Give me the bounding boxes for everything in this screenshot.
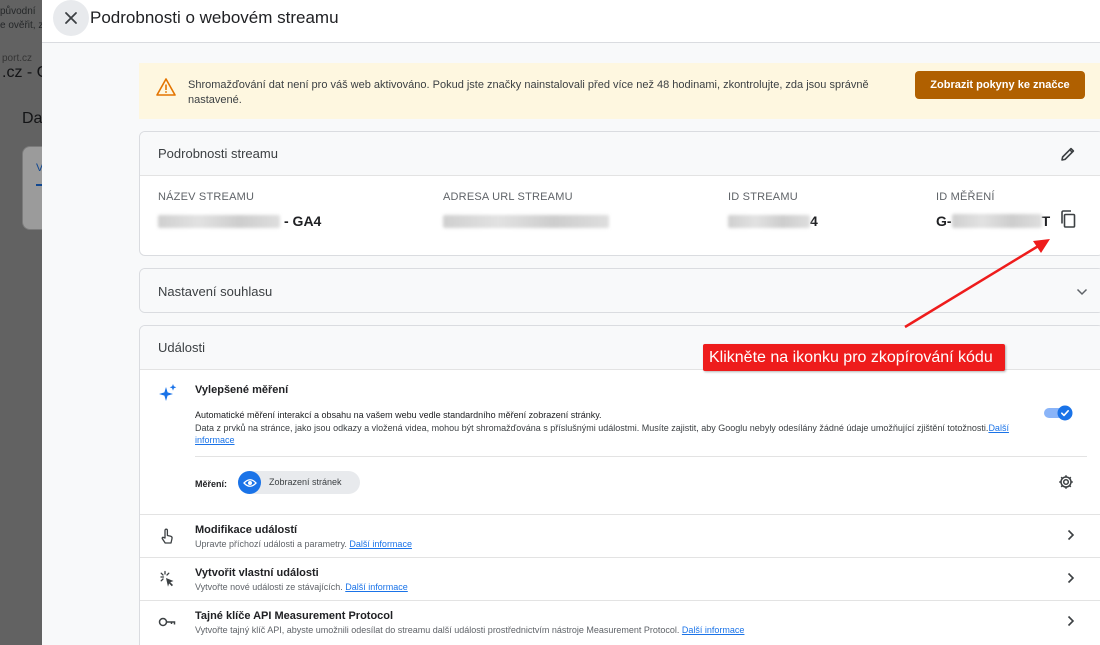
panel-title: Podrobnosti o webovém streamu xyxy=(90,8,339,27)
learn-more-link[interactable]: Další informace xyxy=(682,625,745,635)
event-modifications-desc: Upravte příchozí události a parametry. D… xyxy=(195,539,412,549)
stream-details-card: Podrobnosti streamu NÁZEV STREAMU - GA4 … xyxy=(139,131,1100,256)
measurement-id-value: G- T xyxy=(936,213,1051,229)
events-card: Události Vylepšené měření Automatické mě… xyxy=(139,325,1100,645)
warning-banner: Shromažďování dat není pro váš web aktiv… xyxy=(139,63,1100,119)
divider xyxy=(195,456,1087,457)
list-item-event-modifications[interactable]: Modifikace událostí Upravte příchozí udá… xyxy=(140,514,1100,557)
measurement-id-field: ID MĚŘENÍ G- T xyxy=(936,191,1050,230)
measurement-id-label: ID MĚŘENÍ xyxy=(936,191,995,203)
consent-settings-card[interactable]: Nastavení souhlasu xyxy=(139,268,1100,313)
sparkle-icon xyxy=(159,384,177,401)
page-views-chip[interactable]: Zobrazení stránek xyxy=(238,471,360,494)
sparkle-cursor-icon xyxy=(160,570,174,587)
show-tag-instructions-button[interactable]: Zobrazit pokyny ke značce xyxy=(915,71,1085,99)
list-item-create-custom-events[interactable]: Vytvořit vlastní události Vytvořte nové … xyxy=(140,557,1100,600)
learn-more-link[interactable]: Další informace xyxy=(345,582,408,592)
chevron-right-icon[interactable] xyxy=(1067,572,1075,584)
warning-icon xyxy=(156,78,176,96)
api-secrets-desc: Vytvořte tajný klíč API, abyste umožnili… xyxy=(195,625,745,635)
eye-icon xyxy=(238,471,261,494)
consent-settings-title: Nastavení souhlasu xyxy=(158,284,273,299)
stream-url-value xyxy=(443,212,609,230)
modal-scrim[interactable] xyxy=(0,0,42,645)
stream-id-label: ID STREAMU xyxy=(728,191,798,203)
stream-name-field: NÁZEV STREAMU - GA4 xyxy=(158,191,321,230)
warning-text: Shromažďování dat není pro váš web aktiv… xyxy=(188,79,869,106)
enhanced-measurement-title: Vylepšené měření xyxy=(195,384,289,396)
stream-name-label: NÁZEV STREAMU xyxy=(158,191,255,203)
chevron-right-icon[interactable] xyxy=(1067,529,1075,541)
stream-details-header: Podrobnosti streamu xyxy=(140,132,1100,176)
redacted-value xyxy=(443,214,609,228)
enhanced-measurement-toggle[interactable] xyxy=(1043,405,1073,421)
chevron-right-icon[interactable] xyxy=(1067,615,1075,627)
copy-icon[interactable] xyxy=(1060,210,1076,228)
key-icon xyxy=(158,617,176,627)
learn-more-link[interactable]: Další informace xyxy=(349,539,412,549)
stream-details-title: Podrobnosti streamu xyxy=(158,146,278,161)
enhanced-measurement-note: Data z prvků na stránce, jako jsou odkaz… xyxy=(195,423,1009,445)
stream-url-label: ADRESA URL STREAMU xyxy=(443,191,573,203)
redacted-value xyxy=(158,214,280,228)
create-custom-events-title: Vytvořit vlastní události xyxy=(195,567,319,579)
close-icon xyxy=(65,12,77,24)
stream-details-panel: Podrobnosti o webovém streamu Shromažďov… xyxy=(42,0,1100,645)
event-modifications-title: Modifikace událostí xyxy=(195,524,298,536)
stream-id-field: ID STREAMU 4 xyxy=(728,191,818,230)
measurement-label: Měření: xyxy=(195,479,228,489)
stream-name-value: - GA4 xyxy=(158,212,321,230)
redacted-value xyxy=(728,214,810,228)
stream-id-value: 4 xyxy=(728,212,818,230)
consent-settings-header[interactable]: Nastavení souhlasu xyxy=(140,269,1100,312)
events-title: Události xyxy=(158,340,205,355)
list-item-api-secrets[interactable]: Tajné klíče API Measurement Protocol Vyt… xyxy=(140,600,1100,643)
close-button[interactable] xyxy=(53,0,89,36)
api-secrets-title: Tajné klíče API Measurement Protocol xyxy=(195,610,394,622)
create-custom-events-desc: Vytvořte nové události ze stávajících. D… xyxy=(195,582,408,592)
annotation-callout: Klikněte na ikonku pro zkopírování kódu xyxy=(703,344,1005,371)
stream-url-field: ADRESA URL STREAMU xyxy=(443,191,609,230)
gear-icon[interactable] xyxy=(1058,474,1074,490)
panel-header: Podrobnosti o webovém streamu xyxy=(42,0,1100,43)
enhanced-measurement-desc: Automatické měření interakcí a obsahu na… xyxy=(195,410,602,420)
touch-icon xyxy=(161,528,173,544)
chevron-down-icon[interactable] xyxy=(1076,288,1088,296)
redacted-value xyxy=(951,214,1042,228)
page-views-chip-label: Zobrazení stránek xyxy=(269,477,342,487)
edit-icon[interactable] xyxy=(1060,146,1076,162)
